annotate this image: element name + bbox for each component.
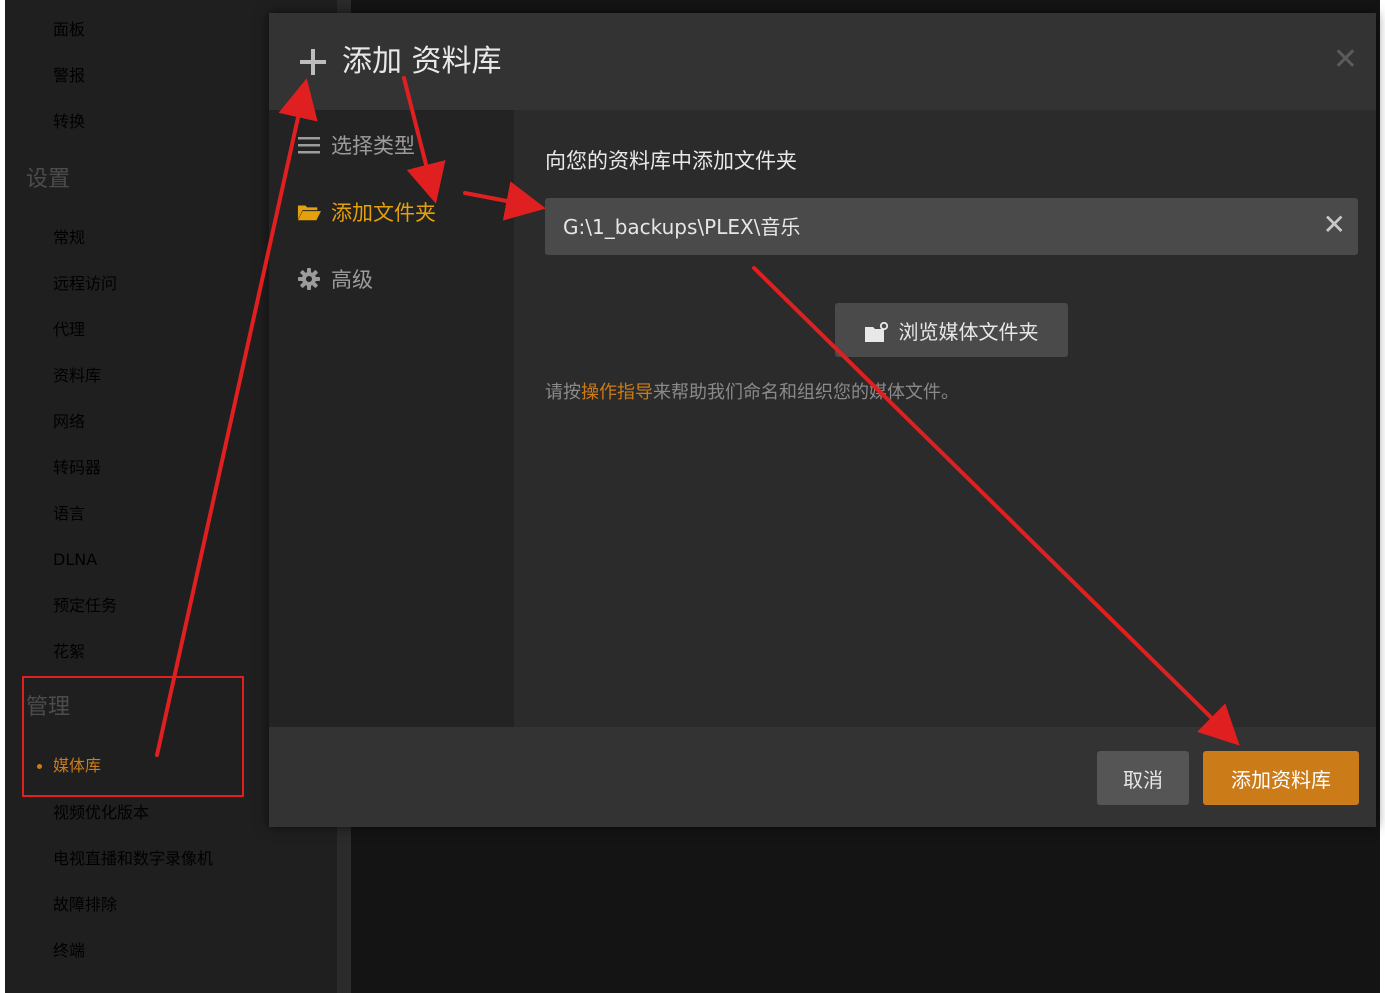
sidebar-item-network[interactable]: 网络 bbox=[53, 410, 85, 434]
sidebar-item-proxy[interactable]: 代理 bbox=[53, 318, 85, 342]
sidebar-item-optimized-versions[interactable]: 视频优化版本 bbox=[53, 801, 149, 825]
sidebar-item-conversions[interactable]: 转换 bbox=[53, 110, 85, 134]
sidebar-item-library[interactable]: 资料库 bbox=[53, 364, 101, 388]
sidebar-section-manage: 管理 bbox=[26, 695, 71, 720]
sidebar-item-devices[interactable]: 终端 bbox=[53, 939, 85, 963]
list-icon bbox=[297, 136, 321, 154]
folder-entry: G:\1_backups\PLEX\音乐 ✕ bbox=[545, 198, 1358, 255]
dialog-title: 添加 资料库 bbox=[342, 44, 502, 79]
naming-hint: 请按操作指导来帮助我们命名和组织您的媒体文件。 bbox=[545, 381, 959, 405]
gear-icon bbox=[297, 268, 321, 290]
sidebar-item-language[interactable]: 语言 bbox=[53, 502, 85, 526]
dialog-content: 向您的资料库中添加文件夹 G:\1_backups\PLEX\音乐 ✕ 浏览媒体… bbox=[514, 110, 1376, 727]
step-advanced[interactable]: 高级 bbox=[297, 264, 373, 294]
step-label: 添加文件夹 bbox=[331, 201, 436, 225]
folder-path-field[interactable]: G:\1_backups\PLEX\音乐 bbox=[563, 214, 800, 240]
sidebar-item-live-tv-dvr[interactable]: 电视直播和数字录像机 bbox=[53, 847, 213, 871]
hint-prefix: 请按 bbox=[545, 382, 581, 403]
active-bullet-icon bbox=[37, 764, 42, 769]
step-select-type[interactable]: 选择类型 bbox=[297, 130, 415, 160]
naming-guide-link[interactable]: 操作指导 bbox=[581, 382, 653, 403]
sidebar-item-troubleshooting[interactable]: 故障排除 bbox=[53, 893, 117, 917]
dialog-footer: 取消 添加资料库 bbox=[269, 727, 1376, 827]
cancel-button[interactable]: 取消 bbox=[1097, 751, 1189, 805]
dialog-header: 添加 资料库 ✕ bbox=[269, 13, 1376, 110]
close-icon[interactable]: ✕ bbox=[1333, 45, 1358, 75]
remove-folder-icon[interactable]: ✕ bbox=[1323, 210, 1346, 240]
browse-folder-label: 浏览媒体文件夹 bbox=[898, 319, 1039, 344]
sidebar-item-remote-access[interactable]: 远程访问 bbox=[53, 272, 117, 296]
step-label: 选择类型 bbox=[331, 134, 415, 158]
add-library-dialog: 添加 资料库 ✕ 选择类型 添加文件夹 高级 向您的资料库中添加文件夹 G:\1… bbox=[269, 13, 1376, 827]
plus-icon bbox=[300, 49, 326, 75]
step-label: 高级 bbox=[331, 268, 373, 292]
folder-add-icon bbox=[864, 321, 888, 342]
sidebar-item-scheduled-tasks[interactable]: 预定任务 bbox=[53, 594, 117, 618]
sidebar-item-extras[interactable]: 花絮 bbox=[53, 640, 85, 664]
sidebar-item-general[interactable]: 常规 bbox=[53, 226, 85, 250]
sidebar-item-libraries[interactable]: 媒体库 bbox=[53, 754, 101, 778]
folder-open-icon bbox=[297, 202, 321, 222]
sidebar-item-alerts[interactable]: 警报 bbox=[53, 64, 85, 88]
hint-suffix: 来帮助我们命名和组织您的媒体文件。 bbox=[653, 382, 959, 403]
browse-folder-button[interactable]: 浏览媒体文件夹 bbox=[835, 303, 1068, 357]
sidebar-item-transcoder[interactable]: 转码器 bbox=[53, 456, 101, 480]
add-library-button[interactable]: 添加资料库 bbox=[1203, 751, 1359, 805]
sidebar-item-dlna[interactable]: DLNA bbox=[53, 548, 97, 572]
sidebar-section-settings: 设置 bbox=[26, 167, 71, 192]
sidebar-item-dashboard[interactable]: 面板 bbox=[53, 18, 85, 42]
dialog-steps: 选择类型 添加文件夹 高级 bbox=[269, 110, 514, 727]
step-add-folders[interactable]: 添加文件夹 bbox=[297, 197, 436, 227]
section-title: 向您的资料库中添加文件夹 bbox=[545, 149, 797, 173]
